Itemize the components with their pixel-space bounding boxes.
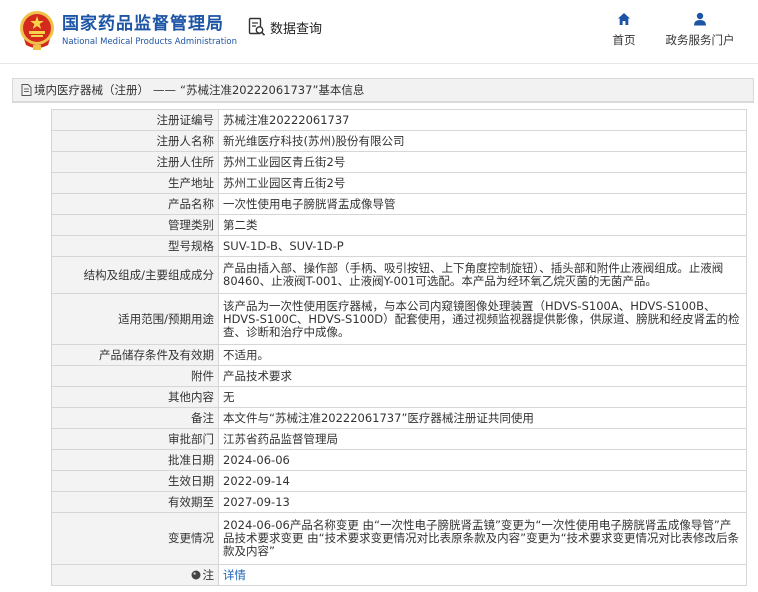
field-label: 注册人住所 (51, 151, 219, 173)
note-icon (191, 570, 200, 579)
field-label: 有效期至 (51, 491, 219, 513)
field-value: 无 (218, 386, 747, 408)
field-label: 生效日期 (51, 470, 219, 492)
field-value: 不适用。 (218, 344, 747, 366)
table-row: 管理类别 第二类 (51, 214, 747, 236)
field-label: 附件 (51, 365, 219, 387)
field-label: 产品储存条件及有效期 (51, 344, 219, 366)
details-link[interactable]: 详情 (223, 568, 246, 582)
field-value: 江苏省药品监督管理局 (218, 428, 747, 450)
field-value: 苏州工业园区青丘街2号 (218, 172, 747, 194)
table-row: 注册证编号 苏械注准20222061737 (51, 109, 747, 131)
field-label: 备注 (51, 407, 219, 429)
nav-portal-label: 政务服务门户 (665, 33, 735, 47)
table-row: 适用范围/预期用途 该产品为一次性使用医疗器械，与本公司内窥镜图像处理装置（HD… (51, 293, 747, 345)
field-label: 产品名称 (51, 193, 219, 215)
field-value: 详情 (218, 564, 747, 586)
field-value: 苏械注准20222061737 (218, 109, 747, 131)
field-value: SUV-1D-B、SUV-1D-P (218, 235, 747, 257)
table-row: 审批部门 江苏省药品监督管理局 (51, 428, 747, 450)
data-query-label: 数据查询 (270, 21, 323, 37)
table-row: 产品储存条件及有效期 不适用。 (51, 344, 747, 366)
site-brand[interactable]: 国家药品监督管理局 National Medical Products Admi… (18, 9, 237, 51)
field-value: 产品技术要求 (218, 365, 747, 387)
home-icon (618, 13, 630, 25)
field-label: 其他内容 (51, 386, 219, 408)
field-label: 管理类别 (51, 214, 219, 236)
registration-info-table: 注册证编号 苏械注准20222061737 注册人名称 新光维医疗科技(苏州)股… (51, 109, 747, 586)
table-row: 生效日期 2022-09-14 (51, 470, 747, 492)
field-label-note: 注 (51, 564, 219, 586)
table-row: 其他内容 无 (51, 386, 747, 408)
field-value: 第二类 (218, 214, 747, 236)
field-label: 批准日期 (51, 449, 219, 471)
field-value: 2027-09-13 (218, 491, 747, 513)
field-value: 该产品为一次性使用医疗器械，与本公司内窥镜图像处理装置（HDVS-S100A、H… (218, 293, 747, 345)
field-value: 2024-06-06 (218, 449, 747, 471)
table-row: 结构及组成/主要组成成分 产品由插入部、操作部（手柄、吸引按钮、上下角度控制旋钮… (51, 256, 747, 294)
site-name-en: National Medical Products Administration (62, 36, 237, 47)
breadcrumb-title: “苏械注准20222061737”基本信息 (180, 83, 365, 97)
field-value: 苏州工业园区青丘街2号 (218, 151, 747, 173)
field-label: 生产地址 (51, 172, 219, 194)
table-row: 变更情况 2024-06-06产品名称变更 由“一次性电子膀胱肾盂镜”变更为“一… (51, 512, 747, 565)
table-row: 型号规格 SUV-1D-B、SUV-1D-P (51, 235, 747, 257)
table-row: 产品名称 一次性使用电子膀胱肾盂成像导管 (51, 193, 747, 215)
user-icon (694, 12, 706, 26)
detail-panel: 境内医疗器械（注册） —— “苏械注准20222061737”基本信息 (12, 78, 754, 103)
field-value: 产品由插入部、操作部（手柄、吸引按钮、上下角度控制旋钮）、插头部和附件止液阀组成… (218, 256, 747, 294)
field-value: 2022-09-14 (218, 470, 747, 492)
field-label: 型号规格 (51, 235, 219, 257)
nav-service-portal[interactable]: 政务服务门户 (660, 12, 740, 48)
field-value: 一次性使用电子膀胱肾盂成像导管 (218, 193, 747, 215)
breadcrumb: 境内医疗器械（注册） —— “苏械注准20222061737”基本信息 (13, 79, 753, 102)
field-label: 注册人名称 (51, 130, 219, 152)
table-row: 批准日期 2024-06-06 (51, 449, 747, 471)
nav-home-label: 首页 (612, 33, 636, 47)
document-icon (21, 84, 32, 96)
table-row: 注 详情 (51, 564, 747, 586)
note-label: 注 (202, 567, 215, 582)
field-value: 2024-06-06产品名称变更 由“一次性电子膀胱肾盂镜”变更为“一次性使用电… (218, 512, 747, 565)
site-name-cn: 国家药品监督管理局 (62, 13, 224, 34)
breadcrumb-separator: —— (153, 83, 176, 97)
field-label: 适用范围/预期用途 (51, 293, 219, 345)
table-row: 注册人名称 新光维医疗科技(苏州)股份有限公司 (51, 130, 747, 152)
breadcrumb-category[interactable]: 境内医疗器械（注册） (34, 82, 149, 98)
national-emblem-icon (20, 11, 54, 50)
data-query-icon (248, 17, 266, 36)
site-header: 国家药品监督管理局 National Medical Products Admi… (0, 0, 758, 64)
table-row: 附件 产品技术要求 (51, 365, 747, 387)
field-label: 变更情况 (51, 512, 219, 565)
nav-home[interactable]: 首页 (606, 12, 642, 48)
field-label: 注册证编号 (51, 109, 219, 131)
table-row: 注册人住所 苏州工业园区青丘街2号 (51, 151, 747, 173)
field-value: 新光维医疗科技(苏州)股份有限公司 (218, 130, 747, 152)
field-label: 审批部门 (51, 428, 219, 450)
table-row: 生产地址 苏州工业园区青丘街2号 (51, 172, 747, 194)
table-row: 备注 本文件与“苏械注准20222061737”医疗器械注册证共同使用 (51, 407, 747, 429)
field-value: 本文件与“苏械注准20222061737”医疗器械注册证共同使用 (218, 407, 747, 429)
data-query-link[interactable]: 数据查询 (248, 17, 322, 37)
field-label: 结构及组成/主要组成成分 (51, 256, 219, 294)
table-row: 有效期至 2027-09-13 (51, 491, 747, 513)
